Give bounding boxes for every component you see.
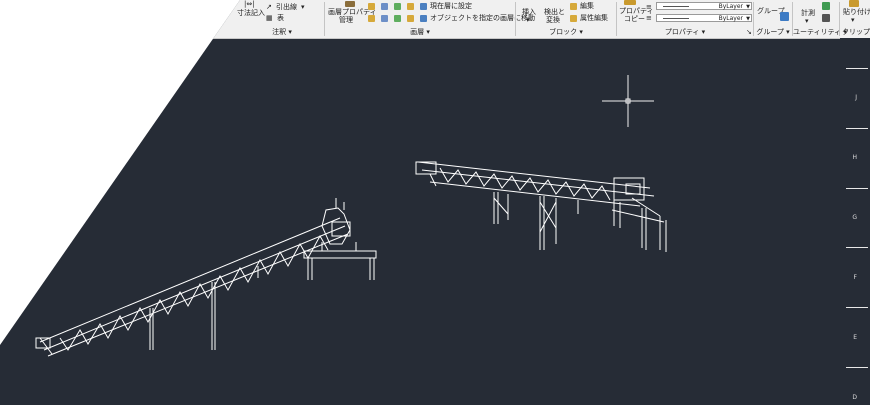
layer-tool-icon[interactable] (368, 15, 375, 22)
autocad-window: |⇔| 寸法記入 ↗ 引出線 ▾ ▦ 表 注釈 ▾ 画層プロパティ 管理 現在層… (0, 0, 870, 405)
set-current-icon (420, 3, 427, 10)
layer-tool-icon[interactable] (394, 15, 401, 22)
match-properties-icon (624, 0, 636, 5)
set-current-layer-button[interactable]: 現在層に設定 (430, 2, 472, 10)
ribbon: |⇔| 寸法記入 ↗ 引出線 ▾ ▦ 表 注釈 ▾ 画層プロパティ 管理 現在層… (0, 0, 870, 39)
calculator-icon[interactable] (822, 14, 830, 22)
linetype-icon: ≡ (646, 3, 652, 11)
ruler-tick (846, 307, 868, 308)
layer-tool-icon[interactable] (394, 3, 401, 10)
vertical-ruler: J H G F E D (840, 38, 870, 405)
leader-dropdown-icon[interactable]: ▾ (301, 3, 305, 11)
ruler-label: G (852, 214, 857, 221)
layer-tool-icon[interactable] (407, 3, 414, 10)
measure-button[interactable]: 計測 (801, 9, 815, 17)
quick-calc-icon[interactable] (822, 2, 830, 10)
paste-icon (849, 0, 859, 7)
attribute-edit-icon (570, 15, 577, 22)
layers-panel-label[interactable]: 画層 ▾ (325, 27, 515, 37)
ruler-tick (846, 128, 868, 129)
block-panel-label[interactable]: ブロック ▾ (516, 27, 616, 37)
screenshot-stage: |⇔| 寸法記入 ↗ 引出線 ▾ ▦ 表 注釈 ▾ 画層プロパティ 管理 現在層… (0, 0, 870, 405)
layer-tool-icon[interactable] (381, 15, 388, 22)
layer-tool-icon[interactable] (368, 3, 375, 10)
layer-properties-button-line2[interactable]: 管理 (339, 16, 353, 24)
layer-tool-icon[interactable] (407, 15, 414, 22)
ruler-label: E (853, 334, 857, 341)
linetype-select[interactable]: ByLayer ▼ (656, 2, 752, 10)
dimension-icon: |⇔| (244, 0, 255, 8)
measure-dropdown-icon[interactable]: ▾ (805, 17, 809, 25)
layer-tool-icon[interactable] (381, 3, 388, 10)
layer-properties-icon (345, 1, 355, 7)
ruler-tick (846, 247, 868, 248)
table-icon: ▦ (266, 14, 273, 22)
ruler-label: H (852, 154, 857, 161)
detect-convert-button-line2[interactable]: 変換 (546, 16, 560, 24)
group-select-icon[interactable] (780, 12, 789, 21)
match-properties-button-line2[interactable]: コピー (624, 15, 645, 23)
annotate-panel-label[interactable]: 注釈 ▾ (240, 27, 324, 37)
inclined-conveyor-drawing (35, 198, 377, 357)
lineweight-select[interactable]: ByLayer ▼ (656, 14, 752, 22)
move-to-layer-icon (420, 15, 427, 22)
crosshair-cursor (602, 75, 654, 127)
paste-button[interactable]: 貼り付け (843, 8, 870, 16)
drawing-canvas[interactable] (0, 38, 870, 405)
table-button[interactable]: 表 (277, 14, 284, 22)
panel-launcher-icon[interactable]: ↘ (746, 28, 752, 36)
ruler-label: J (855, 94, 857, 101)
properties-panel-label[interactable]: プロパティ ▾ (617, 27, 753, 37)
insert-dropdown-icon[interactable]: ▾ (526, 16, 530, 24)
ruler-tick (846, 367, 868, 368)
groups-panel-label[interactable]: グループ ▾ (754, 27, 792, 37)
detect-convert-button[interactable]: 検出と (544, 8, 565, 16)
edit-block-button[interactable]: 編集 (580, 2, 594, 10)
clipboard-panel-label[interactable]: クリップボ (842, 27, 870, 37)
dimension-button[interactable]: 寸法記入 (237, 9, 265, 17)
edit-block-icon (570, 3, 577, 10)
leader-icon: ↗ (266, 3, 272, 11)
separator (839, 2, 840, 36)
paste-dropdown-icon[interactable]: ▾ (851, 16, 855, 24)
utilities-panel-label[interactable]: ユーティリティ ▾ (793, 27, 847, 37)
lineweight-icon: ≡ (646, 14, 652, 22)
ruler-tick (846, 188, 868, 189)
ruler-label: F (853, 274, 857, 281)
leader-button[interactable]: 引出線 (276, 3, 297, 11)
horizontal-conveyor-drawing (415, 161, 667, 252)
move-to-layer-button[interactable]: オブジェクトを指定の画層に移動 (430, 14, 535, 22)
ruler-label: D (852, 394, 857, 401)
insert-block-button[interactable]: 挿入 (522, 8, 536, 16)
ruler-tick (846, 68, 868, 69)
attribute-edit-button[interactable]: 属性編集 (580, 14, 608, 22)
